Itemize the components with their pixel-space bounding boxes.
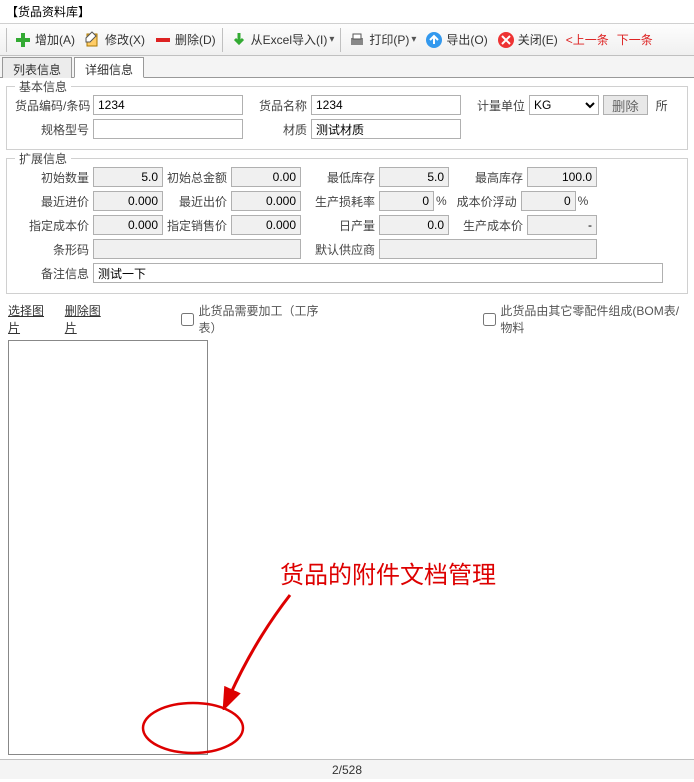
tab-list[interactable]: 列表信息 <box>2 57 72 78</box>
delete-button[interactable]: 删除(D) <box>149 28 220 52</box>
close-icon <box>496 30 516 50</box>
delete-label: 删除(D) <box>175 31 216 48</box>
cost-float-label: 成本价浮动 <box>453 193 521 210</box>
image-preview-box <box>8 340 208 755</box>
supplier-input[interactable] <box>379 239 597 259</box>
name-label: 货品名称 <box>243 97 311 114</box>
name-input[interactable] <box>311 95 461 115</box>
export-label: 导出(O) <box>446 31 487 48</box>
daily-label: 日产量 <box>301 217 379 234</box>
import-button[interactable]: 从Excel导入(I) ▾ <box>225 28 339 52</box>
unit-select[interactable]: KG <box>529 95 599 115</box>
last-in-label: 最近进价 <box>15 193 93 210</box>
chevron-down-icon: ▾ <box>329 34 334 45</box>
import-icon <box>229 30 249 50</box>
export-button[interactable]: 导出(O) <box>420 28 491 52</box>
spec-cost-input[interactable] <box>93 215 163 235</box>
init-amt-input[interactable] <box>231 167 301 187</box>
supplier-label: 默认供应商 <box>301 241 379 258</box>
last-in-input[interactable] <box>93 191 163 211</box>
cost-float-input[interactable] <box>521 191 576 211</box>
add-button[interactable]: 增加(A) <box>9 28 79 52</box>
prod-cost-input[interactable] <box>527 215 597 235</box>
loss-label: 生产损耗率 <box>301 193 379 210</box>
model-label: 规格型号 <box>15 121 93 138</box>
content-area: 基本信息 货品编码/条码 货品名称 计量单位 KG 删除 所 规格型号 材质 扩… <box>0 78 694 782</box>
chevron-down-icon: ▾ <box>411 34 416 45</box>
basic-legend: 基本信息 <box>15 78 71 95</box>
daily-input[interactable] <box>379 215 449 235</box>
spec-sale-input[interactable] <box>231 215 301 235</box>
tab-detail[interactable]: 详细信息 <box>74 57 144 78</box>
print-label: 打印(P) <box>369 31 409 48</box>
process-cb-label: 此货品需要加工（工序表） <box>198 302 331 336</box>
max-stock-input[interactable] <box>527 167 597 187</box>
min-stock-input[interactable] <box>379 167 449 187</box>
delete-unit-button[interactable]: 删除 <box>603 95 648 115</box>
bom-cb-label: 此货品由其它零配件组成(BOM表/物料 <box>500 302 688 336</box>
ext-info-group: 扩展信息 初始数量 初始总金额 最低库存 最高库存 最近进价 最近出价 生产损耗… <box>6 158 688 294</box>
unit-label: 计量单位 <box>461 97 529 114</box>
owner-label: 所 <box>648 97 672 114</box>
separator <box>222 28 223 52</box>
model-input[interactable] <box>93 119 243 139</box>
add-label: 增加(A) <box>35 31 75 48</box>
basic-info-group: 基本信息 货品编码/条码 货品名称 计量单位 KG 删除 所 规格型号 材质 <box>6 86 688 150</box>
print-button[interactable]: 打印(P) ▾ <box>343 28 420 52</box>
modify-label: 修改(X) <box>105 31 145 48</box>
edit-icon <box>83 30 103 50</box>
barcode-input[interactable] <box>93 239 301 259</box>
max-stock-label: 最高库存 <box>449 169 527 186</box>
code-input[interactable] <box>93 95 243 115</box>
plus-icon <box>13 30 33 50</box>
window-title: 【货品资料库】 <box>0 0 694 24</box>
select-image-link[interactable]: 选择图片 <box>8 302 53 336</box>
min-stock-label: 最低库存 <box>301 169 379 186</box>
separator <box>340 28 341 52</box>
spec-sale-label: 指定销售价 <box>163 217 231 234</box>
close-label: 关闭(E) <box>518 31 558 48</box>
modify-button[interactable]: 修改(X) <box>79 28 149 52</box>
import-label: 从Excel导入(I) <box>251 31 328 48</box>
next-link[interactable]: 下一条 <box>613 31 657 48</box>
pct-label: % <box>436 194 447 208</box>
remark-label: 备注信息 <box>15 265 93 282</box>
last-out-input[interactable] <box>231 191 301 211</box>
image-actions-row: 选择图片 删除图片 此货品需要加工（工序表） 此货品由其它零配件组成(BOM表/… <box>8 302 688 336</box>
toolbar: 增加(A) 修改(X) 删除(D) 从Excel导入(I) ▾ 打印(P) ▾ … <box>0 24 694 56</box>
export-icon <box>424 30 444 50</box>
delete-image-link[interactable]: 删除图片 <box>65 302 110 336</box>
material-input[interactable] <box>311 119 461 139</box>
prod-cost-label: 生产成本价 <box>449 217 527 234</box>
minus-icon <box>153 30 173 50</box>
printer-icon <box>347 30 367 50</box>
loss-input[interactable] <box>379 191 434 211</box>
code-label: 货品编码/条码 <box>15 97 93 114</box>
record-counter: 2/528 <box>332 763 362 777</box>
close-button[interactable]: 关闭(E) <box>492 28 562 52</box>
tab-strip: 列表信息 详细信息 <box>0 56 694 78</box>
init-amt-label: 初始总金额 <box>163 169 231 186</box>
ext-legend: 扩展信息 <box>15 150 71 167</box>
remark-input[interactable] <box>93 263 663 283</box>
barcode-label: 条形码 <box>15 241 93 258</box>
init-qty-label: 初始数量 <box>15 169 93 186</box>
pct-label-2: % <box>578 194 589 208</box>
init-qty-input[interactable] <box>93 167 163 187</box>
prev-link[interactable]: <上一条 <box>562 31 613 48</box>
status-bar: 2/528 <box>0 759 694 779</box>
separator <box>6 28 7 52</box>
bom-checkbox[interactable]: 此货品由其它零配件组成(BOM表/物料 <box>483 302 688 336</box>
material-label: 材质 <box>243 121 311 138</box>
spec-cost-label: 指定成本价 <box>15 217 93 234</box>
process-checkbox[interactable]: 此货品需要加工（工序表） <box>181 302 331 336</box>
last-out-label: 最近出价 <box>163 193 231 210</box>
